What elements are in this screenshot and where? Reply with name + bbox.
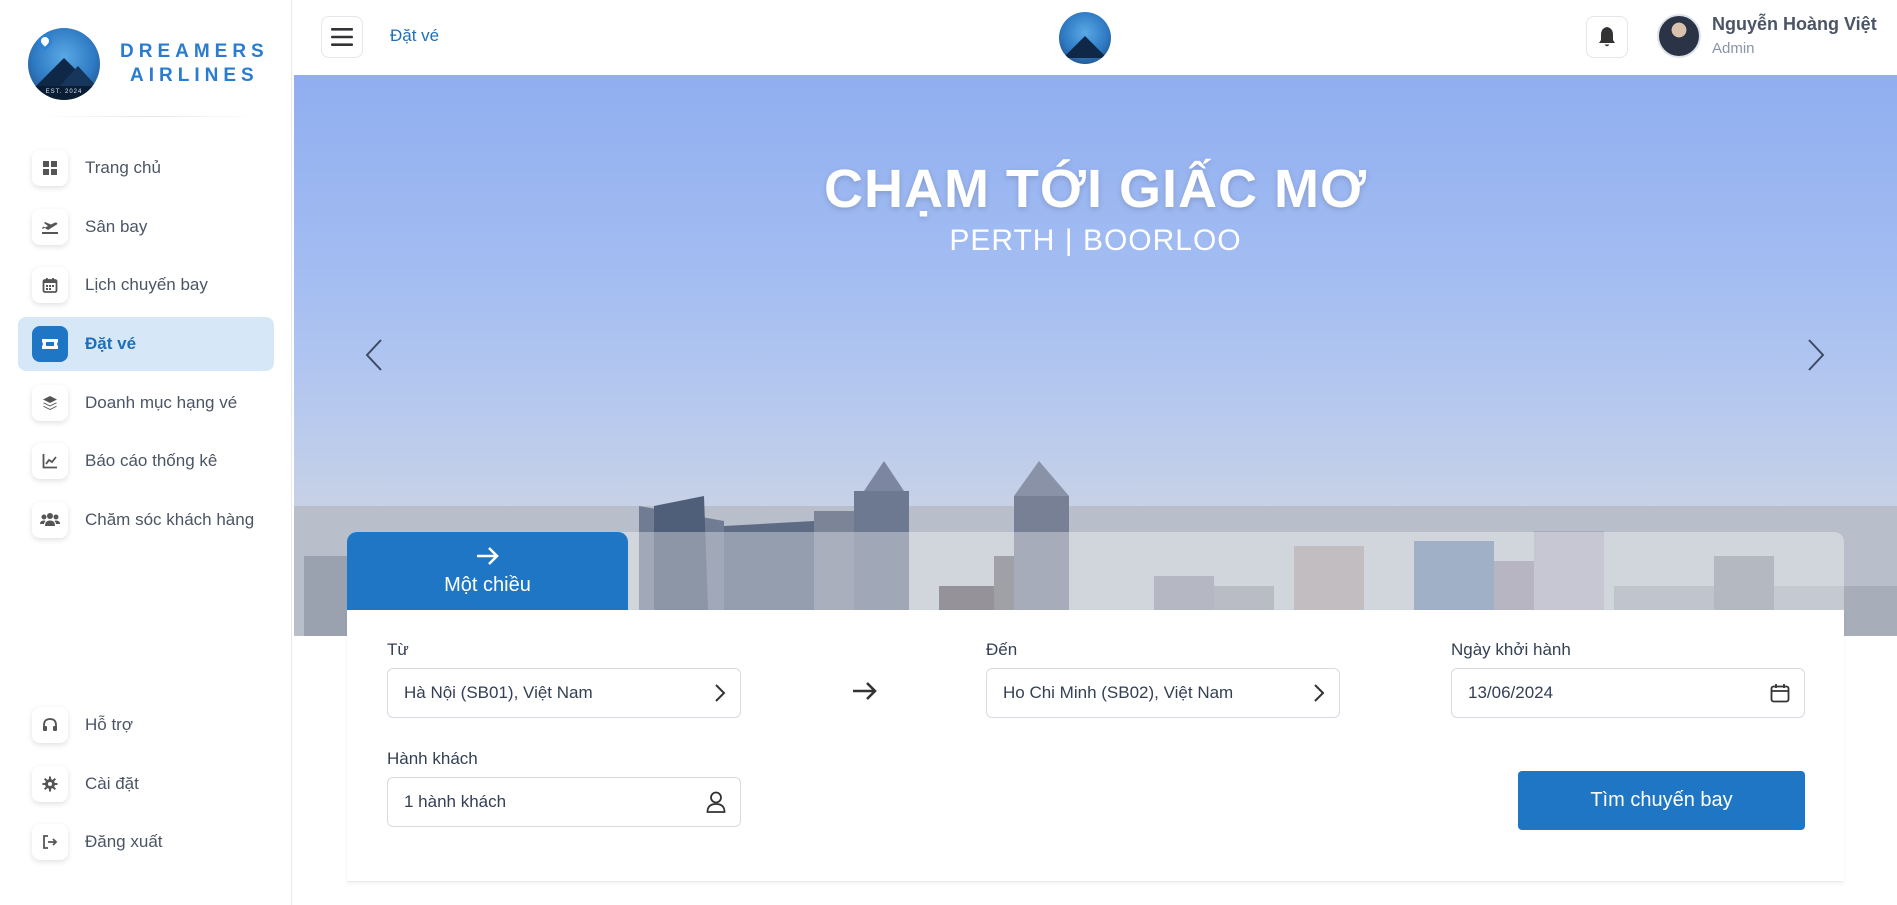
passengers-field[interactable]: 1 hành khách [387, 777, 741, 827]
sidebar-item-label: Cài đặt [85, 773, 139, 793]
user-name[interactable]: Nguyễn Hoàng Việt [1712, 14, 1877, 35]
tab-one-way[interactable]: Một chiều [347, 532, 628, 610]
brand-name-line1: DREAMERS [120, 41, 269, 62]
layers-icon [32, 384, 68, 421]
sidebar-item-bao-cao-thong-ke[interactable]: Báo cáo thống kê [18, 434, 274, 488]
plane-takeoff-icon [32, 208, 68, 245]
headset-icon [32, 707, 68, 743]
gear-icon [32, 765, 68, 802]
sidebar-item-label: Lịch chuyến bay [85, 275, 208, 295]
line-chart-icon [32, 443, 68, 480]
sidebar-item-lich-chuyen-bay[interactable]: Lịch chuyến bay [18, 258, 274, 312]
calendar-icon [1770, 684, 1790, 703]
notification-button[interactable] [1586, 16, 1628, 58]
sidebar-item-dat-ve[interactable]: Đặt vé [18, 317, 274, 372]
top-header: Đặt vé Nguyễn Hoàng Việt Admin [293, 0, 1897, 75]
brand-logo[interactable]: EST. 2024 DREAMERS AIRLINES [28, 26, 268, 102]
search-flights-button[interactable]: Tìm chuyến bay [1518, 771, 1805, 830]
sidebar-bottom-nav: Hỗ trợ Cài đặt Đăng xuất [18, 698, 274, 874]
logout-icon [32, 824, 68, 861]
sidebar-item-san-bay[interactable]: Sân bay [18, 200, 274, 254]
sidebar-item-trang-chu[interactable]: Trang chủ [18, 141, 274, 195]
carousel-prev-button[interactable] [354, 335, 394, 375]
sidebar-item-label: Doanh mục hạng vé [85, 392, 238, 412]
brand-name-line2: AIRLINES [130, 65, 259, 86]
brand-name: DREAMERS AIRLINES [120, 40, 269, 88]
avatar[interactable] [1657, 14, 1701, 58]
sidebar-nav: Trang chủ Sân bay Lịch chuyến bay Đặt vé… [18, 141, 274, 552]
sidebar-item-ho-tro[interactable]: Hỗ trợ [18, 698, 274, 752]
hero-subtitle: PERTH | BOORLOO [949, 224, 1242, 257]
hero-title: CHẠM TỚI GIẤC MƠ [823, 159, 1368, 219]
sidebar-item-label: Đăng xuất [85, 832, 163, 852]
passengers-value: 1 hành khách [404, 792, 507, 811]
bell-icon [1599, 27, 1615, 47]
user-role: Admin [1712, 40, 1755, 57]
from-value: Hà Nội (SB01), Việt Nam [404, 683, 593, 702]
date-label: Ngày khởi hành [1451, 640, 1571, 659]
brand-badge-icon: EST. 2024 [28, 28, 100, 100]
sidebar-item-label: Báo cáo thống kê [85, 451, 218, 471]
to-value: Ho Chi Minh (SB02), Việt Nam [1003, 683, 1234, 702]
user-icon [706, 791, 726, 813]
menu-toggle-button[interactable] [321, 16, 363, 58]
sidebar-item-doanh-muc-hang-ve[interactable]: Doanh mục hạng vé [18, 376, 274, 430]
tab-one-way-label: Một chiều [444, 574, 531, 596]
divider [40, 116, 260, 117]
sidebar-item-label: Chăm sóc khách hàng [85, 510, 255, 530]
arrow-right-icon [477, 547, 499, 565]
passengers-label: Hành khách [387, 749, 478, 768]
booking-form [347, 610, 1844, 882]
calendar-icon [32, 267, 68, 304]
sidebar-item-label: Hỗ trợ [85, 715, 133, 734]
brand-badge-text: EST. 2024 [28, 86, 100, 100]
date-value: 13/06/2024 [1468, 683, 1554, 702]
chevron-left-icon [365, 339, 382, 371]
sidebar-item-label: Đặt vé [85, 334, 137, 354]
sidebar-item-dang-xuat[interactable]: Đăng xuất [18, 815, 274, 869]
carousel-next-button[interactable] [1796, 335, 1836, 375]
sidebar-item-label: Sân bay [85, 216, 148, 236]
to-field[interactable]: Ho Chi Minh (SB02), Việt Nam [986, 668, 1340, 718]
route-arrow-icon [850, 676, 880, 706]
center-logo-icon [1059, 12, 1111, 64]
from-label: Từ [387, 640, 409, 659]
to-label: Đến [986, 640, 1018, 659]
departure-date-field[interactable]: 13/06/2024 [1451, 668, 1805, 718]
users-icon [32, 502, 68, 539]
sidebar: EST. 2024 DREAMERS AIRLINES Trang chủ Sâ… [0, 0, 292, 905]
sidebar-item-cham-soc-khach-hang[interactable]: Chăm sóc khách hàng [18, 493, 274, 547]
sidebar-item-cai-dat[interactable]: Cài đặt [18, 757, 274, 811]
chevron-right-icon [1808, 339, 1825, 371]
chevron-right-icon [1314, 684, 1325, 702]
hamburger-icon [331, 28, 353, 46]
sidebar-item-label: Trang chủ [85, 158, 161, 177]
chevron-right-icon [715, 684, 726, 702]
breadcrumb[interactable]: Đặt vé [390, 26, 439, 46]
ticket-icon [32, 326, 68, 363]
from-field[interactable]: Hà Nội (SB01), Việt Nam [387, 668, 741, 718]
windows-grid-icon [32, 150, 68, 186]
